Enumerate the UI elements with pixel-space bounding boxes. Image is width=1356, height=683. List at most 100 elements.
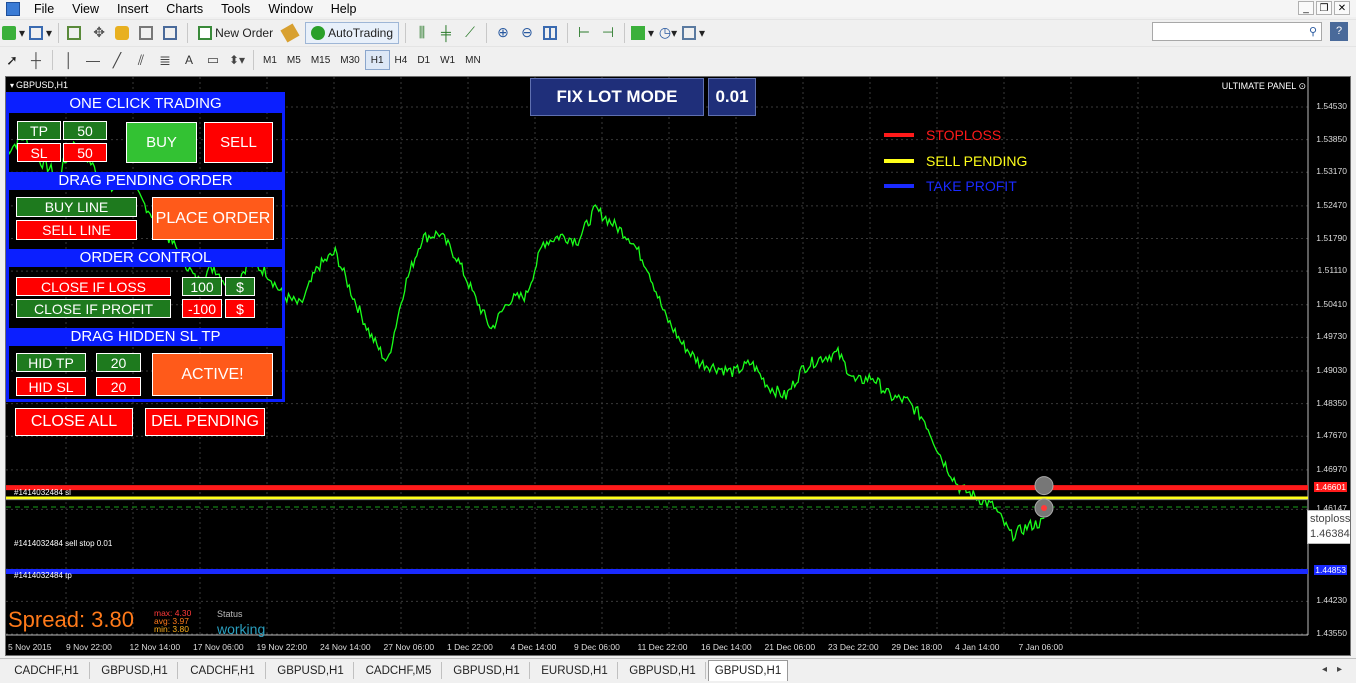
menu-charts[interactable]: Charts [158,2,213,16]
chart-tab[interactable]: CADCHF,M5 [356,662,442,679]
price-scale[interactable]: 1.54530 1.53850 1.53170 1.52470 1.51790 1.511… [1306,77,1350,655]
ultimate-panel-title[interactable]: ULTIMATE PANEL [1222,81,1306,92]
sell-button[interactable]: SELL [204,122,273,163]
navigator-button[interactable] [113,23,133,43]
tooltip-value: 1.46384 [1310,528,1350,540]
close-if-profit-unit[interactable]: $ [225,299,255,318]
timeframe-m5[interactable]: M5 [282,51,306,69]
fibonacci-button[interactable]: ≣ [155,50,175,70]
templates-button[interactable]: ▾ [682,23,705,43]
metaeditor-button[interactable] [280,22,301,43]
close-if-loss-value[interactable]: 100 [182,277,222,296]
place-order-button[interactable]: PLACE ORDER [152,197,274,240]
status-value: working [217,621,266,637]
new-chart-button[interactable]: ▾ [2,23,25,43]
timeframe-mn[interactable]: MN [460,51,486,69]
buy-button[interactable]: BUY [126,122,197,163]
close-icon[interactable]: ✕ [1334,1,1350,15]
terminal-button[interactable] [137,23,157,43]
zoom-out-button[interactable]: ⊖ [517,23,537,43]
sl-value-field[interactable]: 50 [63,143,107,162]
chart-tab[interactable]: CADCHF,H1 [180,662,266,679]
tp-label-button[interactable]: TP [17,121,61,140]
chart-tab[interactable]: GBPUSD,H1 [620,662,706,679]
timeframe-m30[interactable]: M30 [335,51,364,69]
chart-tab[interactable]: GBPUSD,H1 [92,662,178,679]
active-button[interactable]: ACTIVE! [152,353,273,396]
close-if-loss-button[interactable]: CLOSE IF LOSS [16,277,171,296]
tp-value-field[interactable]: 50 [63,121,107,140]
timeframe-h1[interactable]: H1 [364,50,390,70]
autoscroll-button[interactable]: ⊢ [574,23,594,43]
chart-window[interactable]: GBPUSD,H1 ULTIMATE PANEL 1.545301.538501… [5,76,1351,656]
time-label: 12 Nov 14:00 [129,642,181,652]
vertical-line-button[interactable]: │ [59,50,79,70]
close-if-loss-unit[interactable]: $ [225,277,255,296]
chart-tab[interactable]: GBPUSD,H1 [444,662,530,679]
new-order-button[interactable]: New Order [194,23,277,43]
hid-tp-button[interactable]: HID TP [16,353,86,372]
periods-button[interactable]: ◷ ▾ [658,23,678,43]
timeframe-w1[interactable]: W1 [435,51,460,69]
hid-sl-value[interactable]: 20 [96,377,141,396]
menu-view[interactable]: View [64,2,109,16]
arrows-button[interactable]: ⬍▾ [227,50,247,70]
close-if-profit-value[interactable]: -100 [182,299,222,318]
channel-button[interactable]: ⫽ [131,50,151,70]
buy-line-button[interactable]: BUY LINE [16,197,137,217]
hid-sl-button[interactable]: HID SL [16,377,86,396]
menu-help[interactable]: Help [323,2,367,16]
fix-lot-value[interactable]: 0.01 [708,78,756,116]
search-input[interactable]: ⚲ [1152,22,1322,41]
market-watch-button[interactable] [65,23,85,43]
crosshair-button[interactable]: ┼ [26,50,46,70]
timeframe-m1[interactable]: M1 [258,51,282,69]
chart-tab[interactable]: GBPUSD,H1 [708,660,788,681]
chart-tab[interactable]: GBPUSD,H1 [268,662,354,679]
cursor-button[interactable]: ➚ [2,50,22,70]
close-all-button[interactable]: CLOSE ALL [15,408,133,436]
horizontal-line-button[interactable]: — [83,50,103,70]
indicators-button[interactable]: ▾ [631,23,654,43]
autotrading-button[interactable]: AutoTrading [305,21,400,44]
candlestick-button[interactable]: ╪ [436,23,456,43]
chart-tab[interactable]: CADCHF,H1 [4,662,90,679]
timeframe-d1[interactable]: D1 [412,51,435,69]
label-button[interactable]: ▭ [203,50,223,70]
profiles-button[interactable]: ▾ [29,23,52,43]
price-label: 1.53850 [1316,133,1347,144]
del-pending-button[interactable]: DEL PENDING [145,408,265,436]
timeframe-m15[interactable]: M15 [306,51,335,69]
zoom-in-button[interactable]: ⊕ [493,23,513,43]
line-chart-button[interactable]: ⟋ [460,23,480,43]
time-label: 29 Dec 18:00 [891,642,943,652]
time-label: 7 Jan 06:00 [1018,642,1063,652]
sell-line-button[interactable]: SELL LINE [16,220,137,240]
timeframe-h4[interactable]: H4 [390,51,413,69]
tab-scroll-arrows[interactable]: ◂▸ [1322,664,1352,675]
menu-window[interactable]: Window [260,2,322,16]
legend-stoploss: STOPLOSS [884,127,1001,143]
sl-label-button[interactable]: SL [17,143,61,162]
chart-shift-button[interactable]: ⊣ [598,23,618,43]
menu-tools[interactable]: Tools [213,2,260,16]
tile-windows-button[interactable] [541,23,561,43]
order-control-header: ORDER CONTROL [9,249,282,267]
chart-tab[interactable]: EURUSD,H1 [532,662,618,679]
menu-insert[interactable]: Insert [109,2,158,16]
bar-chart-button[interactable]: ⫼ [412,23,432,43]
hid-tp-value[interactable]: 20 [96,353,141,372]
data-window-button[interactable]: ✥ [89,23,109,43]
strategy-tester-button[interactable] [161,23,181,43]
text-button[interactable]: A [179,50,199,70]
help-icon[interactable]: ? [1330,22,1348,41]
bar-chart-icon: ⫼ [418,24,426,40]
trendline-button[interactable]: ╱ [107,50,127,70]
menu-file[interactable]: File [26,2,64,16]
restore-icon[interactable]: ❐ [1316,1,1332,15]
one-click-trading-panel: ONE CLICK TRADING TP 50 SL 50 BUY SELL D… [6,92,285,402]
close-if-profit-button[interactable]: CLOSE IF PROFIT [16,299,171,318]
fix-lot-mode-button[interactable]: FIX LOT MODE [530,78,704,116]
spread-value: Spread: 3.80 [8,607,134,632]
minimize-icon[interactable]: _ [1298,1,1314,15]
